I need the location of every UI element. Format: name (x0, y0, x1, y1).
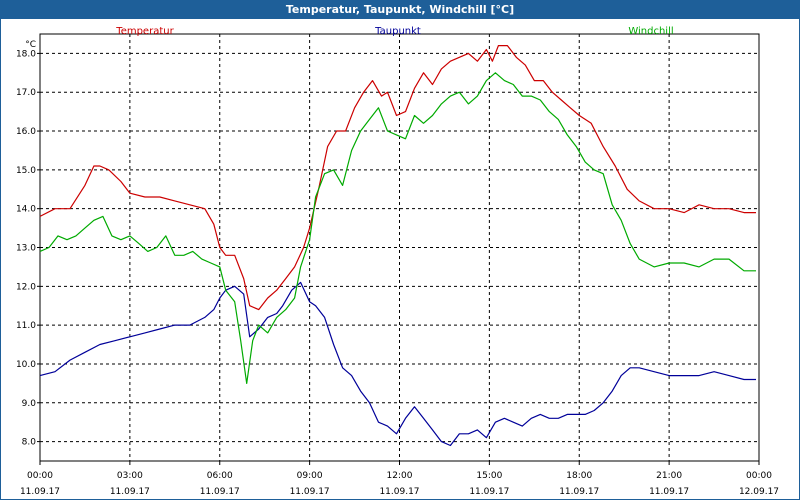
x-tick-label: 00:00 (27, 471, 53, 481)
x-tick-label: 21:00 (656, 471, 682, 481)
x-tick-label: 18:00 (566, 471, 592, 481)
legend-temperatur: Temperatur (115, 26, 174, 37)
x-date-label: 11.09.17 (379, 487, 419, 497)
chart-window: Temperatur, Taupunkt, Windchill [°C] 8.0… (0, 0, 800, 500)
x-date-label: 11.09.17 (20, 487, 60, 497)
x-date-label: 11.09.17 (469, 487, 509, 497)
series-line-temperatur (39, 44, 756, 311)
x-tick-label: 15:00 (476, 471, 502, 481)
x-tick-label: 00:00 (746, 471, 772, 481)
y-tick-label: 8.0 (22, 438, 37, 448)
series-line-windchill (39, 72, 756, 384)
y-tick-label: 15.0 (16, 166, 36, 176)
chart-svg: 8.0 9.0 10.0 11.0 12.0 13.0 14.0 15.0 16.0 17.0 18… (16, 26, 779, 497)
y-unit-label: °C (25, 40, 36, 50)
y-tick-label: 13.0 (16, 244, 36, 254)
y-tick-label: 14.0 (16, 205, 36, 215)
x-date-label: 11.09.17 (649, 487, 689, 497)
y-tick-label: 17.0 (16, 88, 36, 98)
y-tick-label: 18.0 (16, 49, 36, 59)
x-date-label: 11.09.17 (200, 487, 240, 497)
legend-windchill: Windchill (628, 26, 673, 37)
x-tick-label: 09:00 (297, 471, 323, 481)
x-date-label: 11.09.17 (290, 487, 330, 497)
y-tick-label: 11.0 (16, 321, 36, 331)
x-tick-label: 03:00 (117, 471, 143, 481)
y-tick-label: 9.0 (22, 399, 37, 409)
x-date-label: 11.09.17 (559, 487, 599, 497)
x-tick-label: 06:00 (207, 471, 233, 481)
y-tick-label: 10.0 (16, 360, 36, 370)
x-date-label: 12.09.17 (739, 487, 779, 497)
legend-taupunkt: Taupunkt (374, 26, 421, 37)
y-tick-label: 12.0 (16, 282, 36, 292)
y-tick-label: 16.0 (16, 127, 36, 137)
x-date-label: 11.09.17 (110, 487, 150, 497)
x-tick-label: 12:00 (387, 471, 413, 481)
